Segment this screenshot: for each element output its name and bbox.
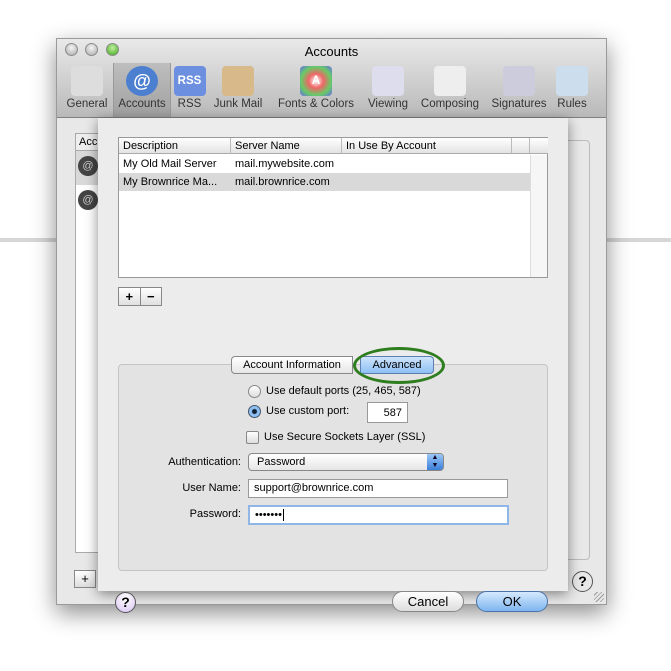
junk-mail-icon (222, 66, 254, 96)
custom-port-radio[interactable] (248, 405, 261, 418)
help-button[interactable]: ? (572, 571, 593, 592)
toolbar-viewing[interactable]: Viewing (362, 63, 414, 117)
table-scrollbar[interactable] (530, 155, 547, 277)
username-label: User Name: (182, 482, 241, 494)
toolbar-label: Viewing (367, 98, 409, 110)
password-label: Password: (189, 508, 241, 520)
toolbar-label: Rules (557, 98, 587, 110)
toolbar-rss[interactable]: RSS RSS (172, 63, 207, 117)
toolbar-junk-mail[interactable]: Junk Mail (207, 63, 269, 117)
default-ports-radio[interactable] (248, 385, 261, 398)
default-ports-label: Use default ports (25, 465, 587) (266, 385, 421, 397)
table-row-selected[interactable]: My Brownrice Ma... mail.brownrice.com (119, 173, 531, 191)
toolbar-signatures[interactable]: Signatures (487, 63, 551, 117)
background-panel (568, 140, 590, 560)
tab-account-information[interactable]: Account Information (231, 356, 353, 374)
username-input[interactable]: support@brownrice.com (248, 479, 508, 498)
accounts-window: Accounts General @ Accounts RSS RSS Junk Mail… (56, 38, 607, 613)
composing-icon (434, 66, 466, 96)
column-header-in-use[interactable]: In Use By Account (342, 138, 512, 154)
accounts-list-header: Acc (76, 134, 99, 151)
account-at-icon: @ (78, 190, 98, 210)
text-cursor (282, 509, 284, 521)
toolbar-label: Composing (420, 98, 480, 110)
custom-port-label: Use custom port: (266, 405, 350, 417)
toolbar-accounts[interactable]: @ Accounts (113, 63, 171, 117)
authentication-popup[interactable]: Password ▲ ▼ (248, 453, 444, 471)
window-title: Accounts (304, 44, 359, 59)
title-toolbar: Accounts General @ Accounts RSS RSS Junk Mail… (57, 39, 606, 118)
toolbar-label: Junk Mail (213, 98, 263, 110)
rules-icon (556, 66, 588, 96)
ok-button[interactable]: OK (476, 591, 548, 612)
fonts-colors-icon: A (300, 66, 332, 96)
authentication-label: Authentication: (168, 456, 241, 468)
cell-server: mail.mywebsite.com (235, 158, 335, 170)
toolbar-label: RSS (177, 98, 202, 110)
password-value: ••••••• (255, 509, 282, 521)
toolbar-label: Accounts (118, 98, 166, 110)
cancel-button[interactable]: Cancel (392, 591, 464, 612)
viewing-icon (372, 66, 404, 96)
column-header-description[interactable]: Description (119, 138, 231, 154)
toolbar-label: Signatures (491, 98, 547, 110)
toolbar-label: Fonts & Colors (277, 98, 355, 110)
ssl-checkbox[interactable] (246, 431, 259, 444)
rss-icon: RSS (173, 66, 206, 96)
column-header-extra (512, 138, 530, 154)
server-table: Description Server Name In Use By Accoun… (118, 137, 548, 278)
sheet-help-button[interactable]: ? (115, 592, 136, 613)
accounts-list[interactable]: Acc @ @ (75, 133, 100, 553)
table-row[interactable]: My Old Mail Server mail.mywebsite.com (119, 155, 531, 173)
remove-server-button[interactable]: − (141, 288, 162, 305)
resize-grip[interactable] (594, 592, 604, 602)
highlight-ellipse (353, 347, 445, 384)
switch-icon (71, 66, 103, 96)
authentication-value: Password (257, 456, 306, 468)
at-icon: @ (126, 66, 158, 96)
signatures-icon (503, 66, 535, 96)
cell-description: My Old Mail Server (123, 158, 217, 170)
toolbar-label: General (66, 98, 108, 110)
custom-port-input[interactable]: 587 (367, 402, 408, 423)
smtp-server-sheet: Description Server Name In Use By Accoun… (98, 118, 568, 613)
column-header-server-name[interactable]: Server Name (231, 138, 342, 154)
toolbar-composing[interactable]: Composing (415, 63, 485, 117)
toolbar-general[interactable]: General (61, 63, 113, 117)
toolbar-fonts-colors[interactable]: A Fonts & Colors (273, 63, 359, 117)
cell-server: mail.brownrice.com (235, 176, 330, 188)
account-at-icon: @ (78, 156, 98, 176)
add-remove-buttons: + − (118, 287, 162, 306)
password-input[interactable]: ••••••• (248, 505, 509, 525)
add-server-button[interactable]: + (119, 288, 141, 305)
column-header-corner (530, 138, 548, 154)
ssl-label: Use Secure Sockets Layer (SSL) (264, 431, 426, 443)
toolbar-rules[interactable]: Rules (552, 63, 592, 117)
add-account-button[interactable]: + (74, 570, 96, 588)
popup-arrows-icon: ▲ ▼ (427, 454, 443, 470)
cell-description: My Brownrice Ma... (123, 176, 218, 188)
